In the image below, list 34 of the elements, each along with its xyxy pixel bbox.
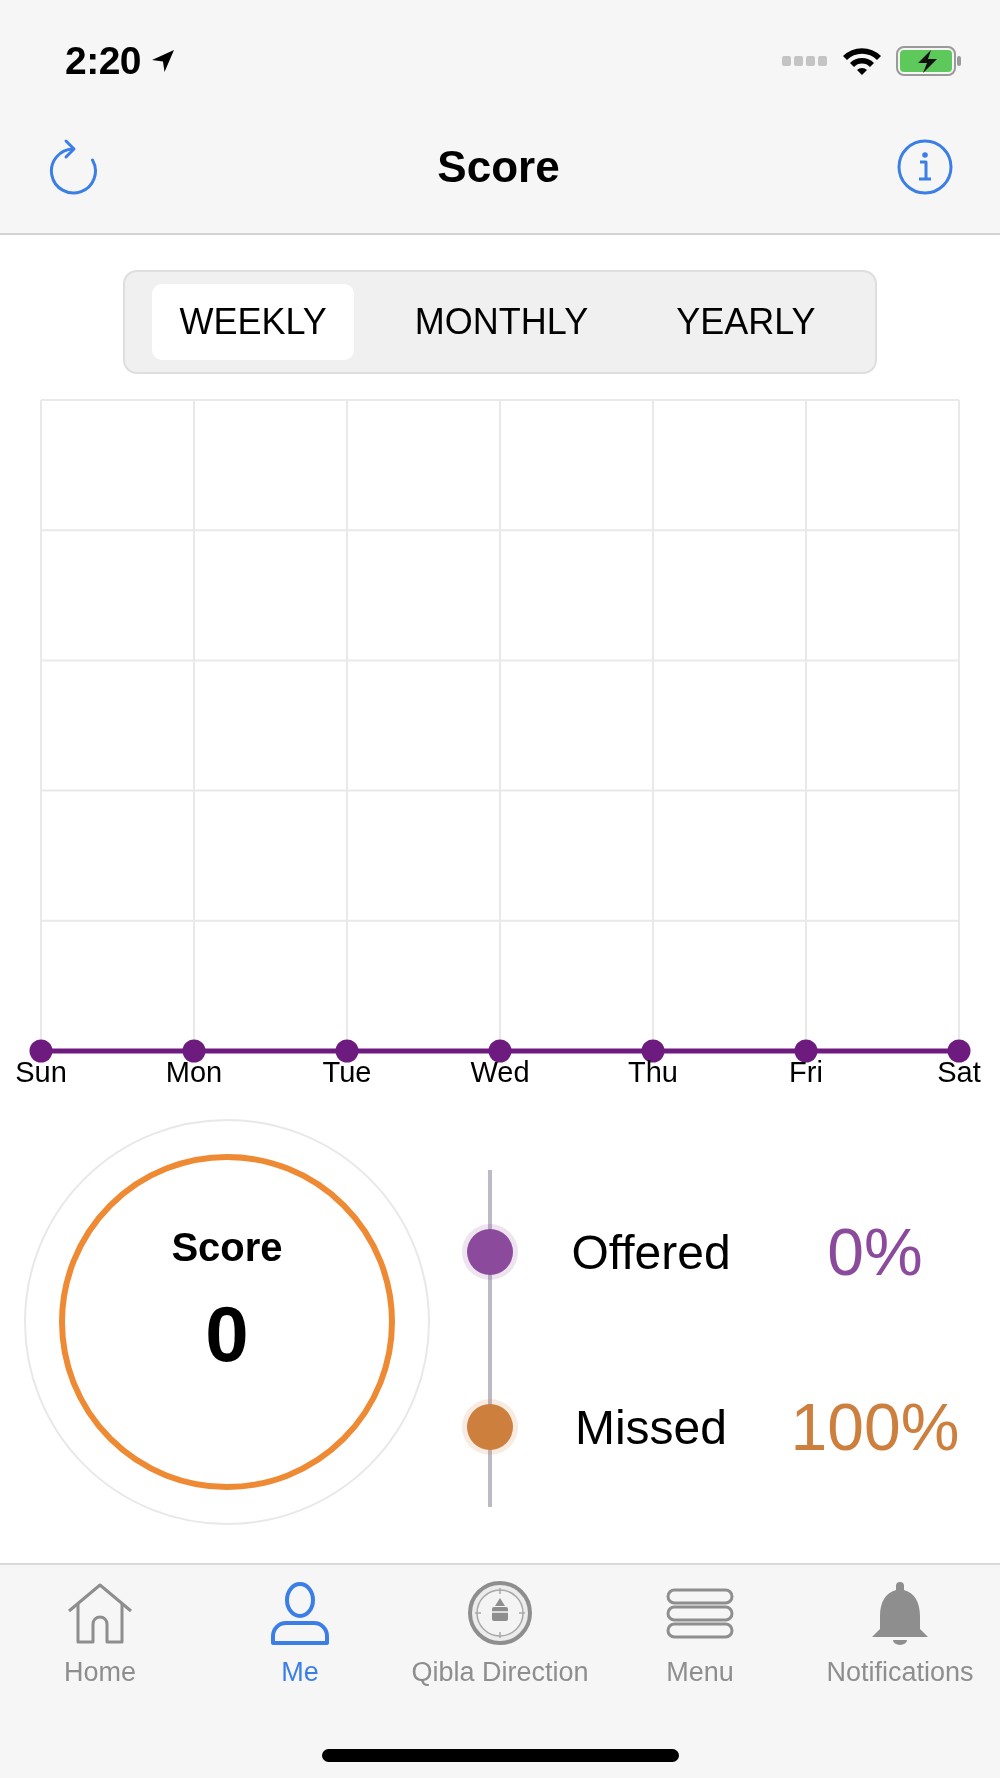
legend-percent: 0% (827, 1214, 923, 1290)
data-point (947, 1039, 971, 1063)
tab-bar-item[interactable]: Home (0, 1580, 200, 1688)
nav-title: Score (436, 141, 561, 192)
location-arrow-icon (150, 48, 177, 74)
info-button[interactable] (896, 137, 954, 196)
score-label: Score (171, 1224, 283, 1271)
wifi-icon (842, 46, 882, 76)
tab-bar-item[interactable]: Notifications (800, 1580, 1000, 1688)
x-axis-label: Fri (789, 1056, 823, 1088)
period-tab[interactable]: MONTHLY (387, 284, 616, 360)
signal-dots-icon (782, 56, 828, 66)
x-axis-label: Tue (322, 1056, 372, 1088)
info-icon (896, 137, 954, 196)
data-point (29, 1039, 53, 1063)
x-axis-label: Sun (15, 1056, 67, 1088)
tab-bar-item[interactable]: Menu (600, 1580, 800, 1688)
x-axis-label: Sat (937, 1056, 981, 1088)
data-point (182, 1039, 206, 1063)
data-point (335, 1039, 359, 1063)
compass-icon (465, 1580, 535, 1646)
period-tab[interactable]: WEEKLY (152, 284, 354, 360)
status-time: 2:20 (65, 39, 142, 83)
legend-percent: 100% (790, 1389, 960, 1465)
x-axis-label: Mon (165, 1056, 223, 1088)
battery-icon (896, 46, 962, 76)
tab-bar-item[interactable]: Me (200, 1580, 400, 1688)
period-tab[interactable]: YEARLY (649, 284, 843, 360)
x-axis-label: Thu (628, 1056, 678, 1088)
x-axis-label: Wed (470, 1056, 530, 1088)
tab-bar-item[interactable]: Qibla Direction (400, 1580, 600, 1688)
legend-label: Missed (574, 1399, 727, 1455)
score-value: 0 (205, 1290, 249, 1380)
legend-label: Offered (571, 1224, 731, 1280)
